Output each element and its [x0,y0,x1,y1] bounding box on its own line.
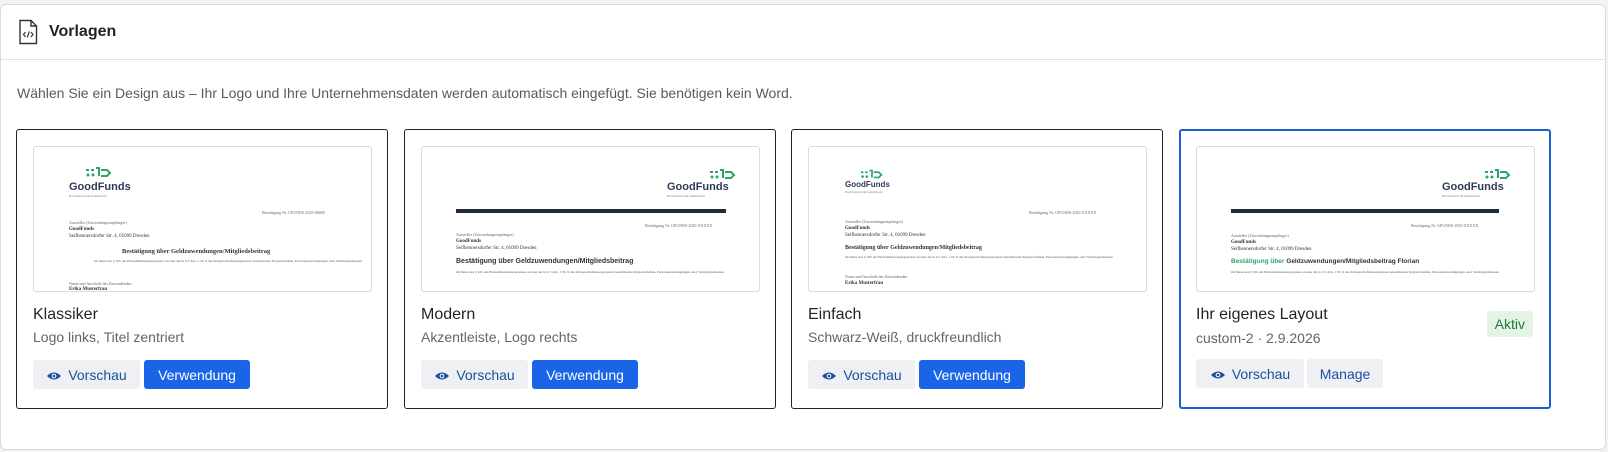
sender-label: Aussteller (Zuwendungsempfänger) [69,220,127,225]
status-badge: Aktiv [1486,311,1533,337]
org-address: Seifhennersdorfer Str. 4, 01099 Dresden [845,233,926,238]
use-label: Verwendung [546,366,624,383]
template-thumbnail: GoodFunds Das Netzwerk für Gemeinwohl Be… [1196,146,1535,292]
use-button[interactable]: Verwendung [919,360,1025,389]
template-name: Modern [421,306,476,323]
doc-heading: Bestätigung über Geldzuwendungen/Mitglie… [122,248,271,255]
logo-tagline: Das Netzwerk für Gemeinwohl [667,194,705,198]
logo-tagline: Das Netzwerk für Gemeinwohl [845,190,883,194]
panel-header: Vorlagen [1,5,1605,60]
template-card-einfach[interactable]: GoodFunds Das Netzwerk für Gemeinwohl Be… [791,129,1163,409]
org-name: GoodFunds [456,239,482,244]
org-name: GoodFunds [845,226,871,231]
template-thumbnail: GoodFunds Das Netzwerk für Gemeinwohl Be… [33,146,372,292]
template-description: Schwarz-Weiß, druckfreundlich [808,329,1002,345]
eye-icon [46,369,62,381]
heading-accent: Bestätigung über [1231,258,1285,265]
template-card-custom[interactable]: GoodFunds Das Netzwerk für Gemeinwohl Be… [1179,129,1551,409]
ref-number: Bestätigung Nr. GFUNDS-2025-XXXXX [1029,210,1097,215]
org-address: Seifhennersdorfer Str. 4, 01099 Dresden [1231,247,1312,252]
org-name: GoodFunds [69,227,95,232]
doc-body: im Sinne des § 10b des Einkommensteuerge… [94,259,362,263]
ref-number: Bestätigung Nr. GFUNDS-2025-00009 [262,210,325,215]
template-thumbnail: GoodFunds Das Netzwerk für Gemeinwohl Be… [421,146,760,292]
use-button[interactable]: Verwendung [144,360,250,389]
preview-label: Vorschau [456,366,515,383]
preview-button[interactable]: Vorschau [421,360,528,389]
template-card-modern[interactable]: GoodFunds Das Netzwerk für Gemeinwohl Be… [404,129,776,409]
use-button[interactable]: Verwendung [532,360,638,389]
template-thumbnail: GoodFunds Das Netzwerk für Gemeinwohl Be… [808,146,1147,292]
preview-label: Vorschau [843,366,902,383]
doc-body: im Sinne des § 10b des Einkommensteuerge… [845,255,1113,259]
template-description: custom-2 · 2.9.2026 [1196,330,1321,346]
logo-tagline: Das Netzwerk für Gemeinwohl [1442,194,1480,198]
page-title: Vorlagen [49,23,117,40]
doc-heading: Bestätigung über Geldzuwendungen/Mitglie… [456,258,634,265]
manage-label: Manage [1319,365,1371,382]
sender-label: Aussteller (Zuwendungsempfänger) [456,232,514,237]
org-address: Seifhennersdorfer Str. 4, 01099 Dresden [69,234,150,239]
templates-panel: Vorlagen Wählen Sie ein Design aus – Ihr… [0,4,1606,450]
template-name: Ihr eigenes Layout [1196,306,1328,323]
logo-tagline: Das Netzwerk für Gemeinwohl [69,194,107,198]
template-card-klassiker[interactable]: GoodFunds Das Netzwerk für Gemeinwohl Be… [16,129,388,409]
logo-text: GoodFunds [667,181,729,193]
use-label: Verwendung [933,366,1011,383]
donor-name: Erika Musterfrau [69,287,108,292]
org-address: Seifhennersdorfer Str. 4, 01099 Dresden [456,246,537,251]
template-description: Akzentleiste, Logo rechts [421,329,578,345]
logo-text: GoodFunds [69,181,131,193]
eye-icon [821,369,837,381]
preview-label: Vorschau [1231,365,1291,382]
preview-button[interactable]: Vorschau [808,360,915,389]
code-file-icon [17,19,39,45]
use-label: Verwendung [158,366,236,383]
accent-bar [456,209,726,213]
template-description: Logo links, Titel zentriert [33,329,184,345]
template-name: Einfach [808,306,862,323]
preview-button[interactable]: Vorschau [1196,359,1304,388]
donor-label: Name und Anschrift des Zuwendenden [69,281,132,286]
donor-name: Erika Musterfrau [845,281,884,286]
template-name: Klassiker [33,306,98,323]
preview-label: Vorschau [68,366,127,383]
ref-number: Bestätigung Nr. GFUNDS-2025-XXXXX [1411,223,1479,228]
accent-bar [1231,209,1499,213]
logo-text: GoodFunds [845,180,890,189]
heading-rest: Geldzuwendungen/Mitgliedsbeitrag Florian [1286,258,1420,265]
intro-text: Wählen Sie ein Design aus – Ihr Logo und… [17,85,793,101]
ref-number: Bestätigung Nr. GFUNDS-2025-XXXXX [645,223,713,228]
doc-heading: Bestätigung über Geldzuwendungen/Mitglie… [1231,258,1419,265]
org-name: GoodFunds [1231,240,1257,245]
doc-heading: Bestätigung über Geldzuwendungen/Mitglie… [845,245,982,251]
preview-button[interactable]: Vorschau [33,360,140,389]
eye-icon [1210,368,1226,380]
doc-body: im Sinne des § 10b des Einkommensteuerge… [1231,270,1499,274]
sender-label: Aussteller (Zuwendungsempfänger) [1231,233,1289,238]
eye-icon [434,369,450,381]
donor-label: Name und Anschrift des Zuwendenden [845,274,908,279]
sender-label: Aussteller (Zuwendungsempfänger) [845,219,903,224]
logo-text: GoodFunds [1442,181,1504,193]
doc-body: im Sinne des § 10b des Einkommensteuerge… [456,270,724,274]
manage-button[interactable]: Manage [1307,359,1383,388]
